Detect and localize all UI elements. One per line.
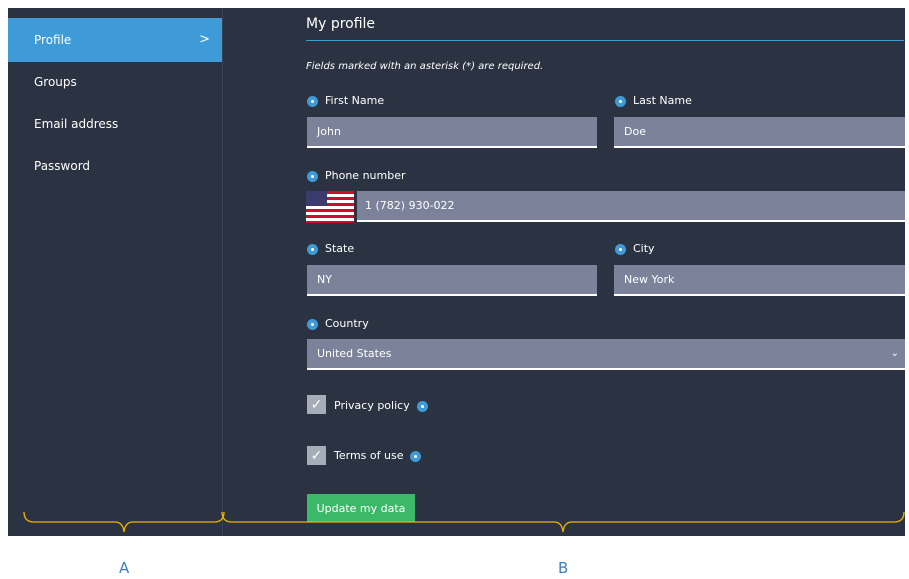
phone-number-field[interactable] <box>357 191 905 222</box>
profile-form-area: My profile Fields marked with an asteris… <box>0 0 909 579</box>
city-field[interactable] <box>614 265 905 296</box>
state-input[interactable] <box>317 265 597 294</box>
last-name-field[interactable] <box>614 117 905 148</box>
city-label: City <box>615 242 655 256</box>
required-marker-icon <box>416 400 428 412</box>
country-select[interactable]: United States ⌄ <box>307 339 905 370</box>
required-marker-icon <box>307 95 318 107</box>
first-name-label-text: First Name <box>325 94 385 107</box>
phone-number-input[interactable] <box>365 191 905 220</box>
flag-canton <box>306 191 327 206</box>
required-marker-icon <box>410 450 422 462</box>
required-marker-icon <box>615 243 626 255</box>
first-name-label: First Name <box>307 94 384 108</box>
terms-of-use-checkbox[interactable]: ✓ <box>307 446 326 465</box>
city-input[interactable] <box>624 265 905 294</box>
title-divider <box>306 40 904 41</box>
city-label-text: City <box>633 242 655 255</box>
state-field[interactable] <box>307 265 597 296</box>
country-select-value: United States <box>317 347 392 360</box>
state-label: State <box>307 242 354 256</box>
required-marker-icon <box>307 318 318 330</box>
state-label-text: State <box>325 242 355 255</box>
last-name-input[interactable] <box>624 117 905 146</box>
last-name-label-text: Last Name <box>633 94 692 107</box>
required-marker-icon <box>307 170 318 182</box>
first-name-input[interactable] <box>317 117 597 146</box>
phone-number-label-text: Phone number <box>325 169 406 182</box>
required-marker-icon <box>307 243 318 255</box>
privacy-policy-checkbox[interactable]: ✓ <box>307 395 326 414</box>
country-label: Country <box>307 317 369 331</box>
brace-b-icon <box>221 511 905 533</box>
terms-of-use-label: Terms of use <box>334 449 422 463</box>
annotation-label-a: A <box>119 559 130 577</box>
chevron-down-icon: ⌄ <box>890 348 899 359</box>
us-flag-icon[interactable] <box>306 191 354 223</box>
privacy-policy-label: Privacy policy <box>334 399 428 413</box>
privacy-policy-label-text: Privacy policy <box>334 399 410 412</box>
page-title: My profile <box>306 16 376 32</box>
brace-a-icon <box>23 511 225 533</box>
first-name-field[interactable] <box>307 117 597 148</box>
annotation-label-b: B <box>558 559 569 577</box>
country-label-text: Country <box>325 317 369 330</box>
required-fields-note: Fields marked with an asterisk (*) are r… <box>306 61 544 72</box>
required-marker-icon <box>615 95 626 107</box>
last-name-label: Last Name <box>615 94 692 108</box>
phone-number-label: Phone number <box>307 169 406 183</box>
terms-of-use-label-text: Terms of use <box>334 449 404 462</box>
